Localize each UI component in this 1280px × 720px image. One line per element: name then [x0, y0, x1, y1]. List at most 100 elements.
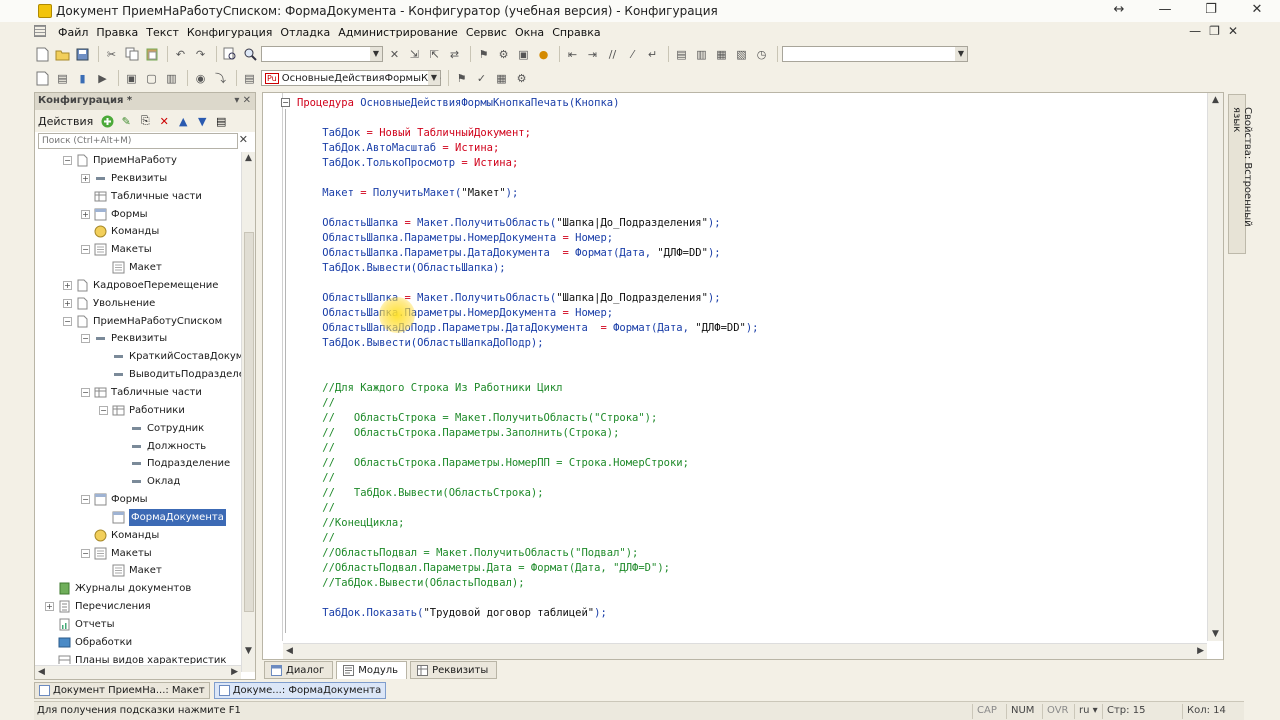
scroll-right-icon[interactable]: ▶ [231, 667, 238, 677]
tree-search-input[interactable] [38, 133, 238, 149]
code-line[interactable]: Процедура ОсновныеДействияФормыКнопкаПеч… [297, 96, 1197, 111]
code-line[interactable] [297, 171, 1197, 186]
tree-expand-icon[interactable]: + [81, 209, 90, 219]
code-line[interactable]: ТабДок.ТолькоПросмотр = Истина; [297, 156, 1197, 171]
database-icon[interactable]: ▮ [74, 70, 91, 87]
scroll-left-icon[interactable]: ◀ [38, 667, 45, 677]
tree-vertical-scrollbar[interactable]: ▲ ▼ [241, 152, 255, 672]
tree-collapse-icon[interactable]: − [81, 495, 90, 505]
code-line[interactable] [297, 366, 1197, 381]
tree-item[interactable]: Обработки [35, 634, 241, 652]
tree-item[interactable]: − Работники [35, 402, 241, 420]
code-line[interactable]: Макет = ПолучитьМакет("Макет"); [297, 186, 1197, 201]
move-up-icon[interactable]: ▲ [175, 113, 191, 129]
scroll-right-icon[interactable]: ▶ [1197, 646, 1204, 656]
indent-left-icon[interactable]: ⇤ [564, 46, 581, 63]
tree-horizontal-scrollbar[interactable]: ◀ ▶ [35, 665, 241, 679]
tree-item[interactable]: − ПриемНаРаботу [35, 152, 241, 170]
tree-item[interactable]: − ПриемНаРаботуСписком [35, 313, 241, 331]
tree-item[interactable]: + Реквизиты [35, 170, 241, 188]
settings-icon[interactable]: ⚙ [513, 70, 530, 87]
window-tile-icon[interactable]: ▤ [673, 46, 690, 63]
tree-collapse-icon[interactable]: − [81, 548, 90, 558]
tree-expand-icon[interactable]: + [81, 173, 90, 183]
module-icon[interactable]: ▣ [123, 70, 140, 87]
tree-item[interactable]: + Перечисления [35, 598, 241, 616]
menu-service[interactable]: Сервис [462, 26, 511, 39]
tree-item[interactable]: − Табличные части [35, 384, 241, 402]
fold-collapse-icon[interactable]: − [281, 98, 290, 107]
panel-header-controls[interactable]: ▾ ✕ [234, 93, 251, 109]
menu-configuration[interactable]: Конфигурация [183, 26, 277, 39]
cut-icon[interactable]: ✂ [103, 46, 120, 63]
scroll-up-icon[interactable]: ▲ [245, 153, 252, 163]
code-line[interactable] [297, 276, 1197, 291]
code-line[interactable]: ОбластьШапка.Параметры.НомерДокумента = … [297, 306, 1197, 321]
move-down-icon[interactable]: ▼ [194, 113, 210, 129]
tree-item[interactable]: − Формы [35, 491, 241, 509]
code-line[interactable] [297, 591, 1197, 606]
tree-item[interactable]: Должность [35, 438, 241, 456]
tree-expand-icon[interactable]: + [63, 280, 72, 290]
maximize-button[interactable]: ❐ [1188, 0, 1234, 22]
menu-debug[interactable]: Отладка [276, 26, 334, 39]
tree-expand-icon[interactable]: + [45, 602, 54, 612]
close-button[interactable]: ✕ [1234, 0, 1280, 22]
tree-collapse-icon[interactable]: − [63, 156, 72, 165]
tree-collapse-icon[interactable]: − [81, 334, 90, 344]
code-line[interactable] [297, 111, 1197, 126]
goto-definition-icon[interactable]: ⚑ [453, 70, 470, 87]
add-icon[interactable] [99, 113, 115, 129]
block-comment-icon[interactable]: // [604, 46, 621, 63]
tree-item[interactable]: ВыводитьПодразделен [35, 366, 241, 384]
copy-icon[interactable] [123, 46, 140, 63]
window-tab-form[interactable]: Докуме...: ФормаДокумента [213, 681, 387, 699]
tree-collapse-icon[interactable]: − [63, 316, 72, 326]
code-line[interactable]: //ОбластьПодвал.Параметры.Дата = Формат(… [297, 561, 1197, 576]
menu-file[interactable]: Файл [54, 26, 92, 39]
code-line[interactable] [297, 201, 1197, 216]
code-line[interactable]: // ОбластьСтрока.Параметры.НомерПП = Стр… [297, 456, 1197, 471]
syntax-check-icon[interactable]: ✓ [473, 70, 490, 87]
tree-item[interactable]: Макет [35, 562, 241, 580]
tree-collapse-icon[interactable]: − [99, 405, 108, 415]
uncomment-icon[interactable]: ⁄ [624, 46, 641, 63]
tab-module[interactable]: Модуль [336, 661, 408, 679]
paste-icon[interactable] [143, 46, 160, 63]
code-line[interactable]: //Для Каждого Строка Из Работники Цикл [297, 381, 1197, 396]
scroll-up-icon[interactable]: ▲ [1212, 95, 1219, 105]
tree-item[interactable]: Макет [35, 259, 241, 277]
minimize-button[interactable]: — [1142, 0, 1188, 22]
code-line[interactable]: // ОбластьСтрока = Макет.ПолучитьОбласть… [297, 411, 1197, 426]
window-list-icon[interactable]: ▦ [713, 46, 730, 63]
code-line[interactable]: ТабДок.Показать("Трудовой договор таблиц… [297, 606, 1197, 621]
status-language[interactable]: ru ▾ [1074, 704, 1102, 719]
template-icon[interactable]: ▣ [515, 46, 532, 63]
module-editor[interactable]: − Процедура ОсновныеДействияФормыКнопкаП… [262, 92, 1224, 660]
code-line[interactable]: ОбластьШапка = Макет.ПолучитьОбласть("Ша… [297, 216, 1197, 231]
code-line[interactable]: // [297, 501, 1197, 516]
mdi-close-button[interactable]: ✕ [1228, 24, 1238, 38]
code-line[interactable]: ТабДок.Вывести(ОбластьШапкаДоПодр); [297, 336, 1197, 351]
menu-help[interactable]: Справка [548, 26, 604, 39]
format-icon[interactable]: ▦ [493, 70, 510, 87]
tree-item[interactable]: Команды [35, 527, 241, 545]
code-line[interactable]: ОбластьШапка = Макет.ПолучитьОбласть("Ша… [297, 291, 1197, 306]
tree-collapse-icon[interactable]: − [81, 387, 90, 397]
code-line[interactable]: //ТабДок.Вывести(ОбластьПодвал); [297, 576, 1197, 591]
menu-edit[interactable]: Правка [92, 26, 142, 39]
procedure-combo[interactable]: Pu ОсновныеДействияФормыКно ▼ [261, 70, 441, 86]
tab-attributes[interactable]: Реквизиты [410, 661, 498, 679]
breakpoint-icon[interactable]: ◉ [192, 70, 209, 87]
properties-side-tab[interactable]: Свойства: Встроенный язык [1228, 94, 1253, 254]
scroll-left-icon[interactable]: ◀ [286, 646, 293, 656]
layout-icon[interactable]: ▥ [163, 70, 180, 87]
menu-text[interactable]: Текст [142, 26, 183, 39]
find-in-file-icon[interactable] [221, 46, 238, 63]
code-line[interactable]: ОбластьШапка.Параметры.НомерДокумента = … [297, 231, 1197, 246]
scroll-down-icon[interactable]: ▼ [245, 646, 252, 656]
code-line[interactable]: ТабДок = Новый ТабличныйДокумент; [297, 126, 1197, 141]
code-line[interactable]: //КонецЦикла; [297, 516, 1197, 531]
restore-arrows-button[interactable]: ↔ [1096, 0, 1142, 22]
code-line[interactable]: // ОбластьСтрока.Параметры.Заполнить(Стр… [297, 426, 1197, 441]
